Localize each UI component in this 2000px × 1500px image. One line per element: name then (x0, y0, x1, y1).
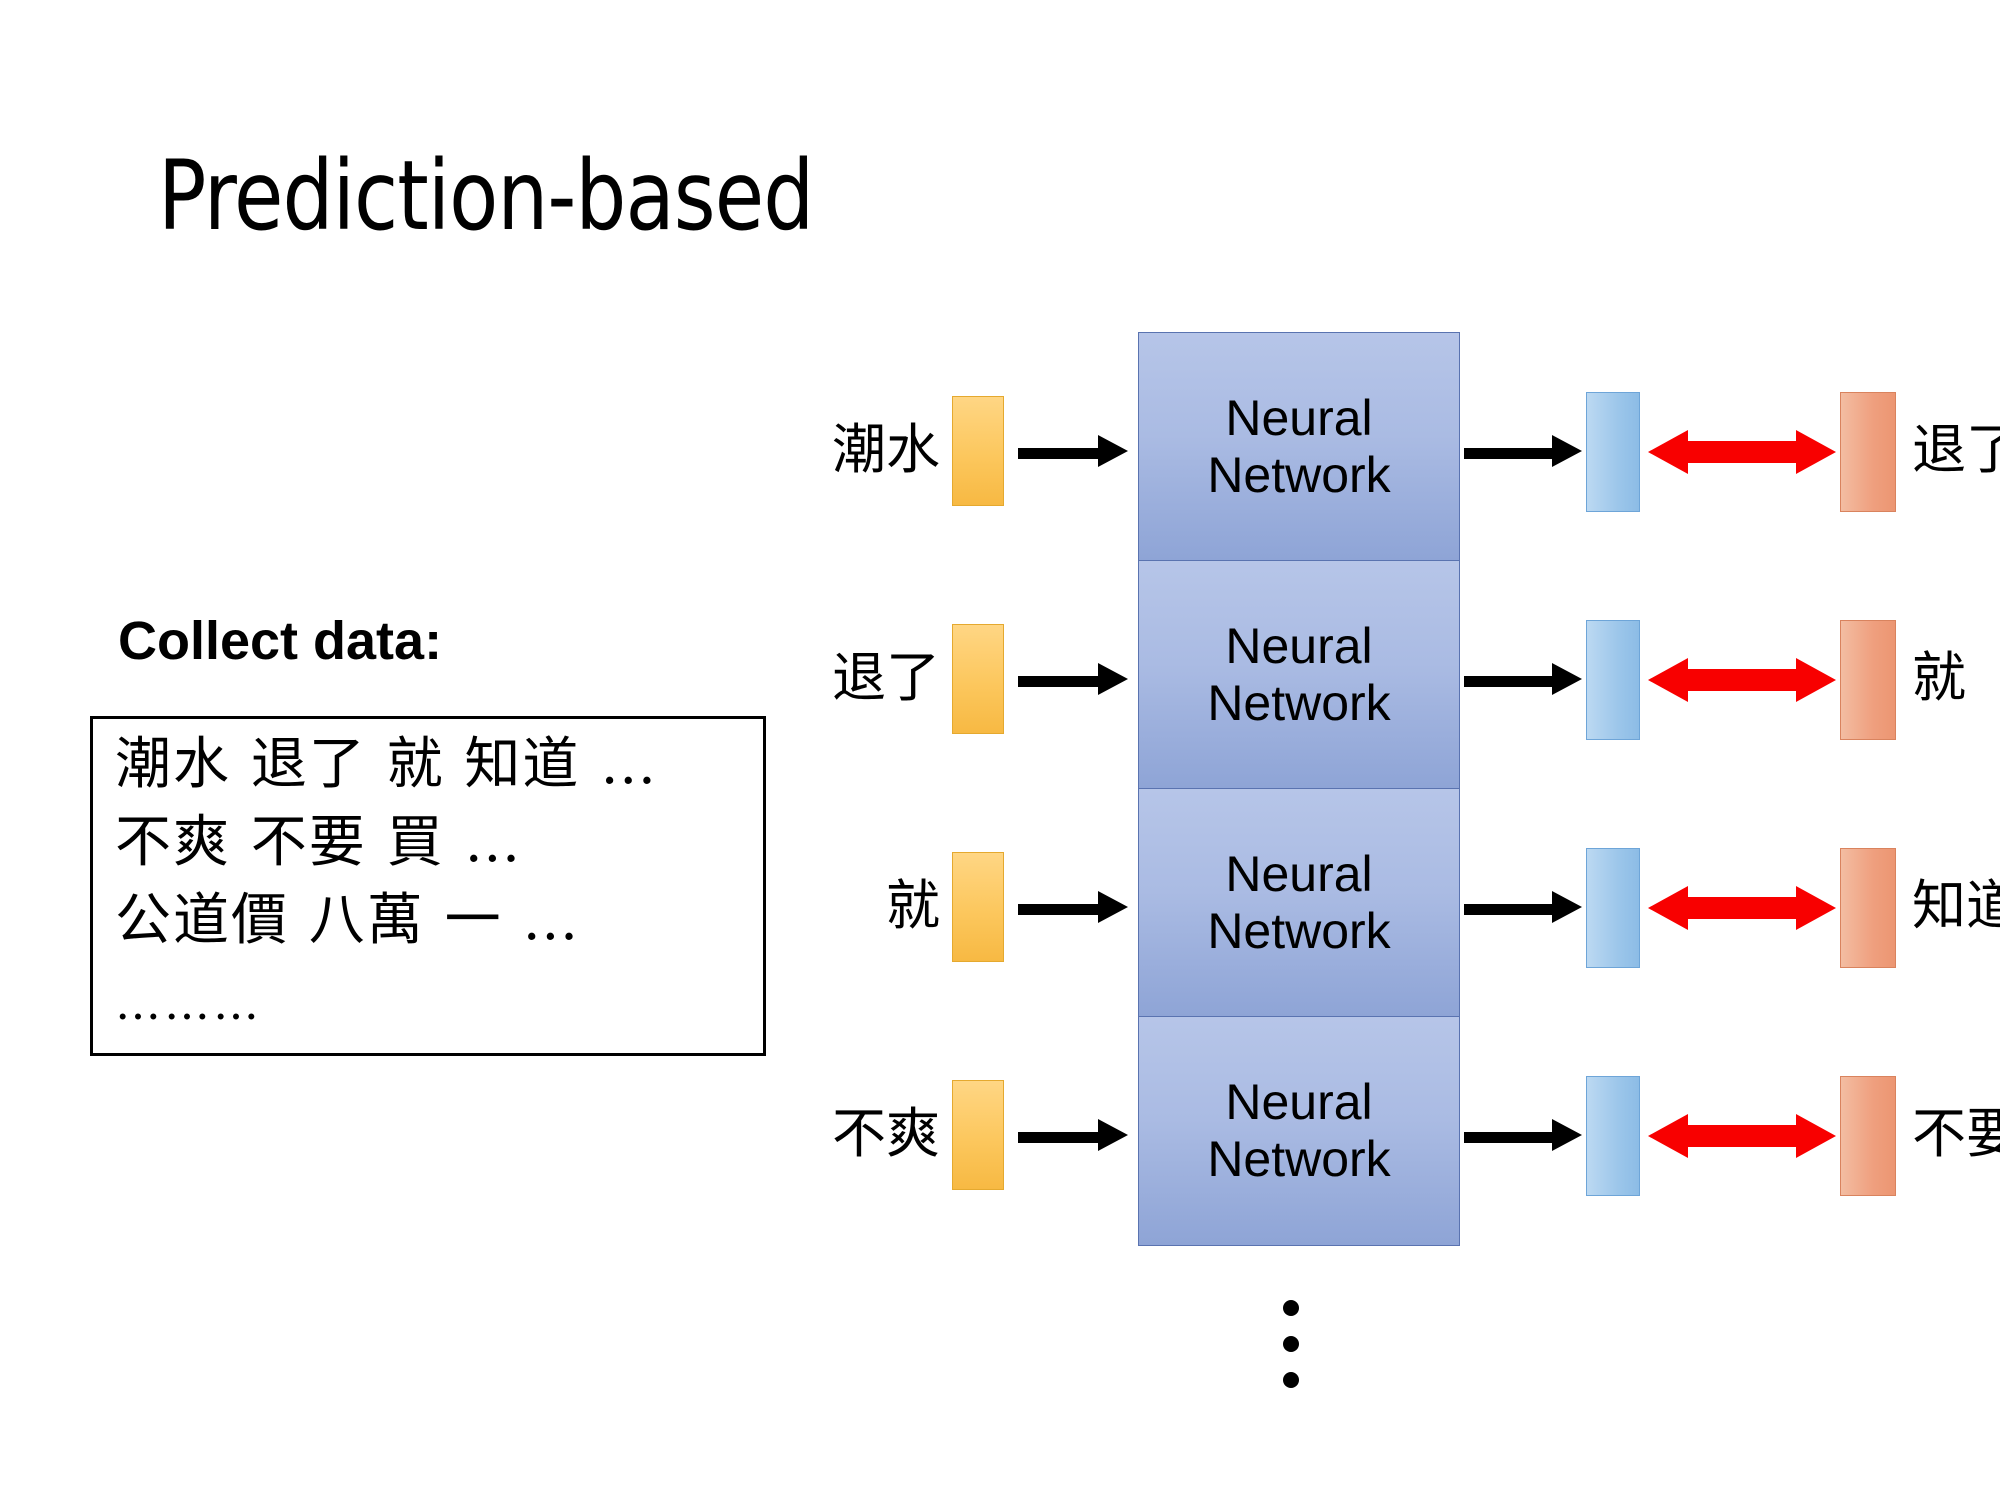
output-vector-bar (1586, 1076, 1640, 1196)
output-arrow-icon (1464, 891, 1584, 923)
output-arrow-icon (1464, 435, 1584, 467)
neural-network-label-line2: Network (1207, 447, 1391, 503)
output-vector-bar (1586, 620, 1640, 740)
neural-network-label-line1: Neural (1225, 1073, 1373, 1130)
target-word-label: 就 (1912, 646, 1966, 709)
neural-network-box: Neural Network (1138, 788, 1460, 1018)
target-word-label: 退了 (1912, 418, 2000, 481)
output-arrow-icon (1464, 1119, 1584, 1151)
input-word-label: 不爽 (832, 1102, 940, 1165)
output-arrow-icon (1464, 663, 1584, 695)
data-line-ellipsis: ……… (115, 976, 262, 1030)
neural-network-label-line1: Neural (1225, 617, 1373, 674)
target-word-label: 不要 (1912, 1102, 2000, 1165)
neural-network-label-line2: Network (1207, 675, 1391, 731)
page-title: Prediction-based (158, 140, 814, 252)
data-line: 潮水 退了 就 知道 … (115, 732, 659, 797)
neural-network-box: Neural Network (1138, 1016, 1460, 1246)
neural-network-box: Neural Network (1138, 560, 1460, 790)
neural-network-label-line1: Neural (1225, 389, 1373, 446)
double-headed-arrow-icon (1648, 658, 1836, 702)
input-vector-bar (952, 396, 1004, 506)
input-word-label: 潮水 (832, 418, 940, 481)
collect-data-box: 潮水 退了 就 知道 … 不爽 不要 買 … 公道價 八萬 一 … ……… (90, 716, 766, 1056)
prediction-row: 潮水 Neural Network 退了 (800, 332, 2000, 562)
prediction-row: 就 Neural Network 知道 (800, 788, 2000, 1018)
data-line: 不爽 不要 買 … (115, 810, 523, 875)
prediction-row: 退了 Neural Network 就 (800, 560, 1966, 790)
input-arrow-icon (1018, 663, 1128, 695)
double-headed-arrow-icon (1648, 1114, 1836, 1158)
neural-network-label-line1: Neural (1225, 845, 1373, 902)
neural-network-box: Neural Network (1138, 332, 1460, 562)
neural-network-label-line2: Network (1207, 1131, 1391, 1187)
target-vector-bar (1840, 620, 1896, 740)
input-vector-bar (952, 624, 1004, 734)
input-word-label: 退了 (832, 646, 940, 709)
vertical-ellipsis-icon (1283, 1300, 1301, 1408)
input-vector-bar (952, 1080, 1004, 1190)
target-vector-bar (1840, 848, 1896, 968)
input-arrow-icon (1018, 891, 1128, 923)
double-headed-arrow-icon (1648, 430, 1836, 474)
input-arrow-icon (1018, 1119, 1128, 1151)
output-vector-bar (1586, 392, 1640, 512)
input-arrow-icon (1018, 435, 1128, 467)
collect-data-heading: Collect data: (118, 611, 443, 671)
prediction-row: 不爽 Neural Network 不要 (800, 1016, 2000, 1246)
input-vector-bar (952, 852, 1004, 962)
neural-network-label-line2: Network (1207, 903, 1391, 959)
data-line: 公道價 八萬 一 … (115, 888, 581, 953)
target-vector-bar (1840, 392, 1896, 512)
target-vector-bar (1840, 1076, 1896, 1196)
output-vector-bar (1586, 848, 1640, 968)
input-word-label: 就 (886, 874, 940, 937)
target-word-label: 知道 (1912, 874, 2000, 937)
double-headed-arrow-icon (1648, 886, 1836, 930)
